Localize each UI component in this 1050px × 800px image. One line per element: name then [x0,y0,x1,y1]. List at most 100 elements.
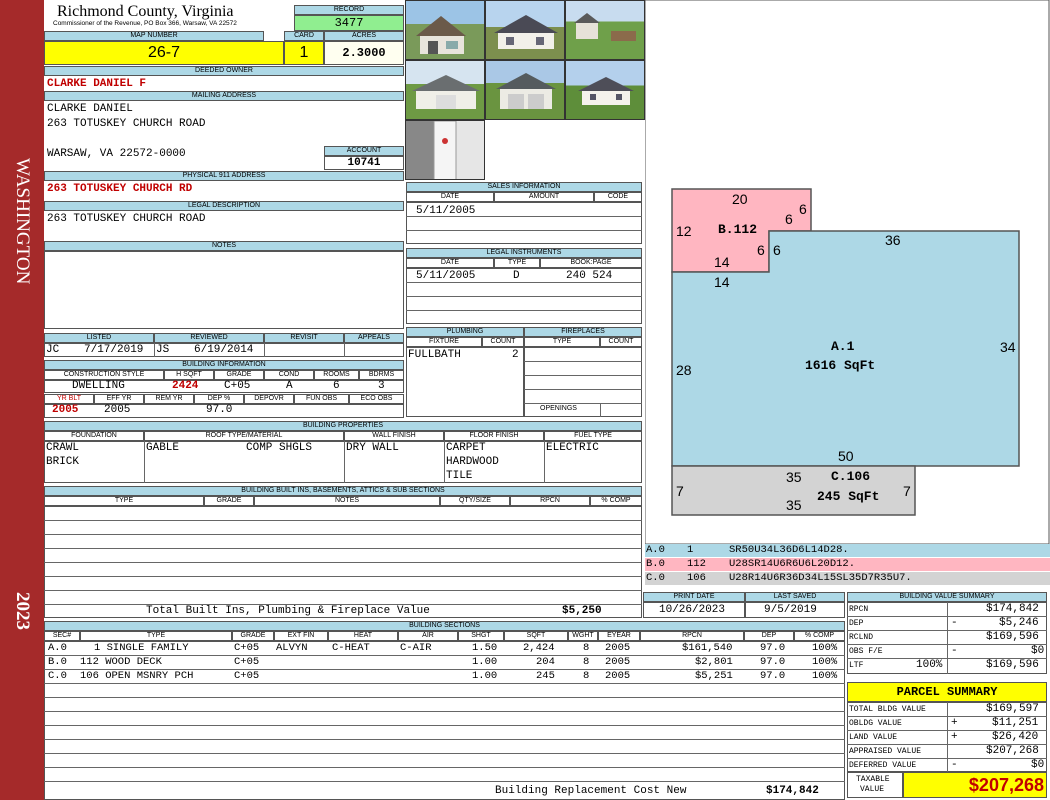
ecoobs-header: ECO OBS [349,394,404,404]
property-photo-1[interactable] [405,0,485,60]
section-wght: 8 [583,656,590,668]
reviewed-by: JS [156,344,170,356]
listed-date: 7/17/2019 [84,344,144,356]
property-photo-5[interactable] [485,60,565,120]
col-rpcn: RPCN [640,631,744,641]
listed-by: JC [46,344,60,356]
builtin-rpcn-header: RPCN [510,496,590,506]
floor-finish-1: CARPET [446,442,486,454]
cond-header: COND [264,370,314,380]
section-row: B.0 112 WOOD DECK C+05 1.00 204 8 2005 $… [44,656,845,669]
total-bldg-label: TOTAL BLDG VALUE [849,705,926,714]
col-shgt: SHGT [458,631,504,641]
roof-header: ROOF TYPE/MATERIAL [144,431,344,441]
mailing-address-header: MAILING ADDRESS [44,91,404,101]
section-eyear: 2005 [605,670,631,682]
total-bldg-value: $169,597 [986,703,1039,715]
dim-a-right: 34 [1000,339,1016,355]
print-date-header: PRINT DATE [643,592,745,602]
floor-finish-2: HARDWOOD [446,456,499,468]
section-type: 112 WOOD DECK [80,656,162,668]
section-sec: B.0 [48,656,67,668]
dep-sign: - [951,617,958,629]
traverse-path: U28R14U6R36D34L15SL35D7R35U7. [729,572,912,584]
bedroom-count: 3 [378,380,385,392]
reviewed-header: REVIEWED [154,333,264,343]
col-air: AIR [398,631,458,641]
section-heat: C-HEAT [332,642,370,654]
dep-pct-header: DEP % [194,394,244,404]
col-heat: HEAT [328,631,398,641]
section-eyear: 2005 [605,656,631,668]
construction-style-header: CONSTRUCTION STYLE [44,370,164,380]
obldg-sign: + [951,717,958,729]
depreciation-pct: 97.0 [206,404,233,416]
section-rpcn: $5,251 [695,670,733,682]
address-post-photo-icon [433,121,457,179]
card-number: 1 [284,41,324,65]
property-photo-6[interactable] [565,60,645,120]
map-number: 26-7 [44,41,284,65]
section-c-area: 245 SqFt [817,489,880,504]
section-dep: 97.0 [760,656,786,668]
section-b-label: B.112 [718,222,758,237]
sidebar: WASHINGTON 2023 [0,0,44,800]
dim-a-inner: 14 [714,274,730,290]
account-header: ACCOUNT [324,146,404,156]
fireplace-type-header: TYPE [524,337,600,347]
foundation-header: FOUNDATION [44,431,144,441]
dim-b-right2: 6 [773,242,781,258]
section-comp: 100% [812,670,838,682]
floor-finish-3: TILE [446,470,473,482]
county-title: Richmond County, Virginia [57,3,234,20]
rclnd-value: $169,596 [986,631,1039,643]
builtins-total: $5,250 [562,605,602,617]
section-row: C.0 106 OPEN MSNRY PCH C+05 1.00 245 8 2… [44,670,845,683]
fireplace-count-header: COUNT [600,337,642,347]
land-label: LAND VALUE [849,733,898,742]
property-photo-3[interactable] [565,0,645,60]
house-photo-icon [416,16,466,54]
builtin-notes-header: NOTES [254,496,440,506]
fixture-count-header: COUNT [482,337,524,347]
dim-b-right1: 6 [799,201,807,217]
wall-finish: DRY WALL [346,442,399,454]
openings-label: OPENINGS [540,405,577,412]
sale-date: 5/11/2005 [416,205,476,217]
building-sections-column-headers: SEC# TYPE GRADE EXT FIN HEAT AIR SHGT SQ… [44,631,845,641]
property-photo-2[interactable] [485,0,565,60]
dim-a-top: 36 [885,232,901,248]
floor-finish-header: FLOOR FINISH [444,431,544,441]
rpcn-label: RPCN [849,605,869,614]
revisit-header: REVISIT [264,333,344,343]
traverse-sec: C.0 [646,572,665,584]
owner-name-vertical: WASHINGTON [12,158,33,285]
remyr-header: REM YR [144,394,194,404]
reviewed-date: 6/19/2014 [194,344,254,356]
instrument-date: 5/11/2005 [416,270,476,282]
house-photo-icon [494,15,558,49]
traverse-row-c: C.0 106 U28R14U6R36D34L15SL35D7R35U7. [645,572,1050,585]
dim-c-left: 7 [676,483,684,499]
property-photo-7[interactable] [405,120,485,180]
yrblt-header: YR BLT [44,394,94,404]
dim-c-bottom: 35 [786,497,802,513]
builtins-total-label: Total Built Ins, Plumbing & Fireplace Va… [146,605,430,617]
fixture-header: FIXTURE [406,337,482,347]
section-c-label: C.106 [831,469,871,484]
dim-b-bottom: 14 [714,254,730,270]
mailing-line-2: 263 TOTUSKEY CHURCH ROAD [47,118,206,130]
listed-header: LISTED [44,333,154,343]
funobs-header: FUN OBS [294,394,349,404]
col-type: TYPE [80,631,232,641]
replacement-cost-label: Building Replacement Cost New [495,785,687,797]
dim-b-inner2: 6 [757,242,765,258]
property-photo-4[interactable] [405,60,485,120]
last-saved: 9/5/2019 [764,604,817,616]
traverse-sec: A.0 [646,544,665,556]
col-sec: SEC# [44,631,80,641]
ltr-value: $169,596 [986,659,1039,671]
obs-label: OBS F/E [849,647,883,656]
fuel-type: ELECTRIC [546,442,599,454]
section-sec: A.0 [48,642,67,654]
